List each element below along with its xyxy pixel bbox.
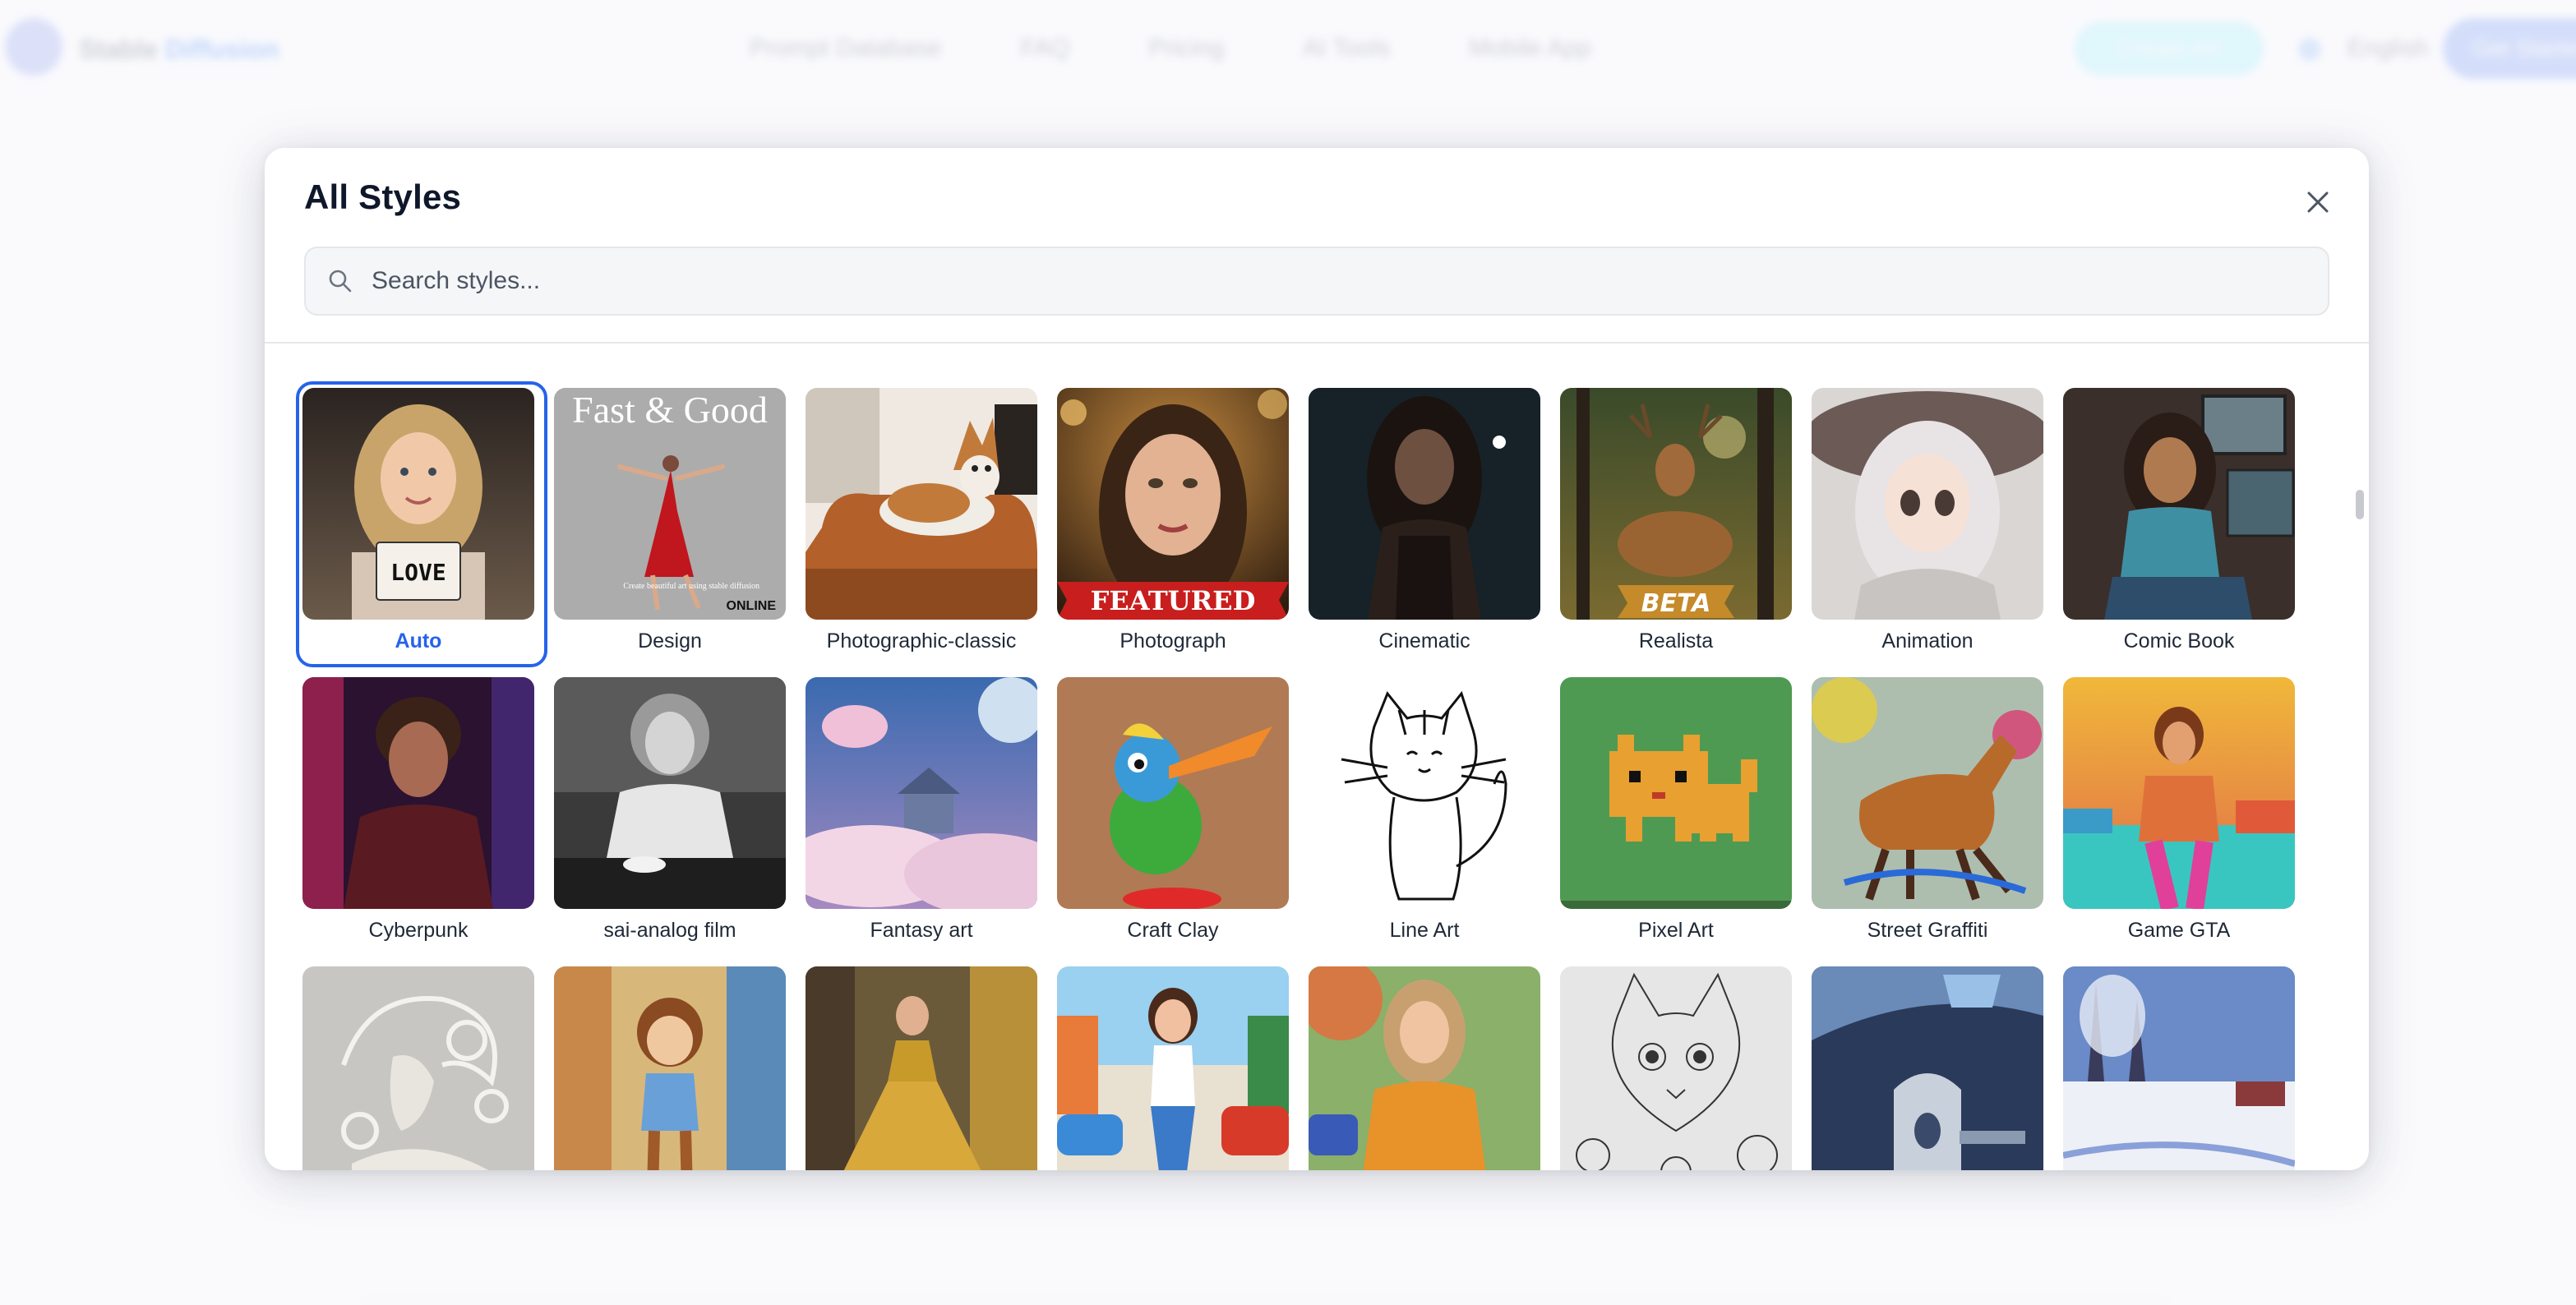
style-thumbnail: [1057, 677, 1289, 909]
style-card-cinematic[interactable]: Cinematic: [1309, 388, 1540, 661]
style-card-photograph[interactable]: FEATURED Photograph: [1057, 388, 1289, 661]
style-label: Comic Book: [2123, 629, 2235, 652]
style-card-untitled-22[interactable]: [1560, 966, 1792, 1170]
modal-title: All Styles: [304, 178, 462, 216]
svg-text:FEATURED: FEATURED: [1091, 585, 1256, 616]
style-label: Street Graffiti: [1867, 919, 1988, 942]
style-thumbnail: [302, 966, 534, 1170]
all-styles-modal: All Styles LOVEAuto Fast & Good Creat: [265, 148, 2369, 1170]
search-box[interactable]: [304, 247, 2329, 316]
style-label: Realista: [1638, 629, 1714, 652]
style-thumbnail: FEATURED: [1057, 388, 1289, 620]
style-thumbnail: [1560, 677, 1792, 909]
style-card-animation[interactable]: Animation: [1812, 388, 2043, 661]
style-label: Pixel Art: [1638, 919, 1714, 942]
search-icon: [324, 265, 357, 297]
svg-text:Fast & Good: Fast & Good: [572, 389, 768, 431]
style-label: Line Art: [1389, 919, 1460, 942]
style-thumbnail: [806, 677, 1037, 909]
style-card-untitled-24[interactable]: [2063, 966, 2295, 1170]
style-card-untitled-19[interactable]: [806, 966, 1037, 1170]
style-thumbnail: [2063, 388, 2295, 620]
style-card-sai-analog-film[interactable]: sai-analog film: [554, 677, 786, 950]
style-thumbnail: [806, 388, 1037, 620]
svg-text:ONLINE: ONLINE: [727, 599, 777, 613]
style-label: Game GTA: [2127, 919, 2231, 942]
style-label: Photographic-classic: [826, 629, 1017, 652]
styles-grid-viewport[interactable]: LOVE Auto Fast & Good Create beautiful ar…: [265, 344, 2352, 1170]
style-thumbnail: Fast & Good Create beautiful art using s…: [554, 388, 786, 620]
style-card-design[interactable]: Fast & Good Create beautiful art using s…: [554, 388, 786, 661]
style-thumbnail: [1309, 677, 1540, 909]
style-thumbnail: LOVE: [302, 388, 534, 620]
style-thumbnail: [806, 966, 1037, 1170]
style-card-untitled-18[interactable]: [554, 966, 786, 1170]
style-card-untitled-17[interactable]: [302, 966, 534, 1170]
style-thumbnail: [1560, 966, 1792, 1170]
svg-text:BETA: BETA: [1641, 589, 1711, 618]
style-label: Fantasy art: [870, 919, 973, 942]
style-card-pixel-art[interactable]: Pixel Art: [1560, 677, 1792, 950]
style-label: Cyberpunk: [368, 919, 469, 942]
style-label: Photograph: [1119, 629, 1226, 652]
style-card-realista[interactable]: BETA Realista: [1560, 388, 1792, 661]
scrollbar[interactable]: [2354, 344, 2366, 1170]
style-thumbnail: [1309, 388, 1540, 620]
styles-grid: LOVE Auto Fast & Good Create beautiful ar…: [296, 381, 2295, 1170]
style-card-street-graffiti[interactable]: Street Graffiti: [1812, 677, 2043, 950]
svg-text:Create beautiful art using sta: Create beautiful art using stable diffus…: [623, 582, 759, 591]
style-thumbnail: [2063, 677, 2295, 909]
style-label: Craft Clay: [1127, 919, 1219, 942]
svg-text:LOVE: LOVE: [390, 559, 445, 586]
style-thumbnail: [554, 966, 786, 1170]
style-card-photographic-classic[interactable]: Photographic-classic: [806, 388, 1037, 661]
style-card-cyberpunk[interactable]: Cyberpunk: [302, 677, 534, 950]
style-card-untitled-20[interactable]: [1057, 966, 1289, 1170]
close-icon: [2307, 191, 2329, 213]
style-label: Animation: [1881, 629, 1974, 652]
search-input[interactable]: [372, 248, 2328, 314]
style-card-game-gta[interactable]: Game GTA: [2063, 677, 2295, 950]
style-thumbnail: [2063, 966, 2295, 1170]
style-label: sai-analog film: [603, 919, 736, 942]
style-thumbnail: [554, 677, 786, 909]
style-thumbnail: [1309, 966, 1540, 1170]
style-card-fantasy-art[interactable]: Fantasy art: [806, 677, 1037, 950]
style-card-untitled-21[interactable]: [1309, 966, 1540, 1170]
style-card-craft-clay[interactable]: Craft Clay: [1057, 677, 1289, 950]
close-button[interactable]: [2295, 179, 2341, 225]
style-label: Design: [638, 629, 702, 652]
style-thumbnail: BETA: [1560, 388, 1792, 620]
style-thumbnail: [1812, 677, 2043, 909]
scrollbar-thumb[interactable]: [2356, 490, 2364, 519]
style-label: Cinematic: [1378, 629, 1470, 652]
style-thumbnail: [302, 677, 534, 909]
style-thumbnail: [1812, 966, 2043, 1170]
style-card-untitled-23[interactable]: [1812, 966, 2043, 1170]
style-thumbnail: [1812, 388, 2043, 620]
style-card-line-art[interactable]: Line Art: [1309, 677, 1540, 950]
style-card-auto[interactable]: LOVE Auto: [296, 381, 547, 667]
style-thumbnail: [1057, 966, 1289, 1170]
style-card-comic-book[interactable]: Comic Book: [2063, 388, 2295, 661]
style-label: Auto: [395, 629, 442, 652]
